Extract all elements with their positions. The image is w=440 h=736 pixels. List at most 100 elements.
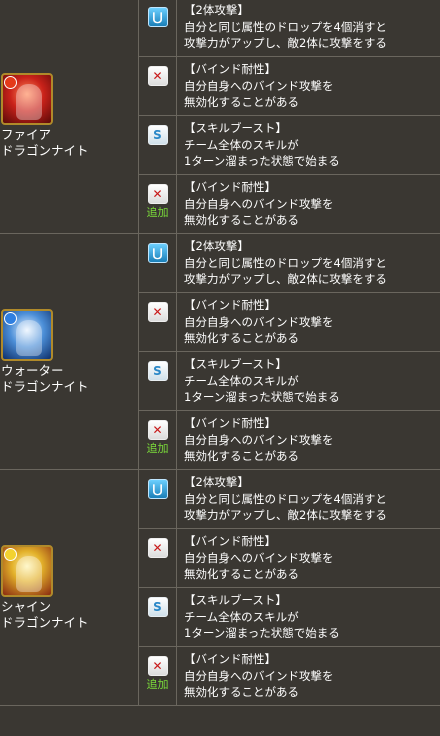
monster-name-line2: ドラゴンナイト	[1, 614, 89, 630]
two-way-attack-icon: ⋃	[147, 243, 168, 263]
awakening-list: ⋃ 【2体攻撃】 自分と同じ属性のドロップを4個消すと 攻撃力がアップし、敵2体…	[139, 470, 440, 705]
awakening-desc-line: 自分自身へのバインド攻撃を	[184, 78, 334, 93]
awakening-icon-cell: ⋃	[139, 234, 177, 292]
monster-name-line2: ドラゴンナイト	[1, 142, 89, 158]
awakening-text: 【2体攻撃】 自分と同じ属性のドロップを4個消すと 攻撃力がアップし、敵2体に攻…	[177, 0, 440, 56]
awakening-desc-line: 1ターン溜まった状態で始まる	[184, 154, 340, 168]
two-way-attack-icon: ⋃	[147, 7, 168, 27]
awakening-desc-line: 無効化することがある	[184, 685, 299, 699]
awakening-text: 【2体攻撃】 自分と同じ属性のドロップを4個消すと 攻撃力がアップし、敵2体に攻…	[177, 234, 440, 292]
awakening-row: S 【スキルブースト】 チーム全体のスキルが 1ターン溜まった状態で始まる	[139, 352, 440, 411]
bind-resist-icon: ✕	[147, 420, 168, 440]
added-label: 追加	[146, 678, 169, 691]
awakening-text: 【スキルブースト】 チーム全体のスキルが 1ターン溜まった状態で始まる	[177, 116, 440, 174]
monster-group-water: ウォーター ドラゴンナイト ⋃ 【2体攻撃】 自分と同じ属性のドロップを4個消す…	[0, 234, 440, 470]
fire-dragon-knight-portrait[interactable]	[1, 72, 53, 125]
monster-cell: ファイア ドラゴンナイト	[0, 0, 139, 233]
awakening-row: ✕ 【バインド耐性】 自分自身へのバインド攻撃を 無効化することがある	[139, 57, 440, 116]
awakening-desc-line: チーム全体のスキルが	[184, 609, 299, 624]
awakening-text: 【バインド耐性】 自分自身へのバインド攻撃を 無効化することがある	[177, 57, 440, 115]
awakening-text: 【スキルブースト】 チーム全体のスキルが 1ターン溜まった状態で始まる	[177, 588, 440, 646]
knight-figure-icon	[16, 319, 42, 356]
awakening-icon-cell: ✕	[139, 529, 177, 587]
awakening-icon-cell: S	[139, 352, 177, 410]
awakening-desc-line: 1ターン溜まった状態で始まる	[184, 626, 340, 640]
water-attribute-icon	[4, 311, 17, 325]
water-dragon-knight-portrait[interactable]	[1, 308, 53, 361]
monster-cell: ウォーター ドラゴンナイト	[0, 234, 139, 469]
awakening-icon-cell: ✕ 追加	[139, 647, 177, 705]
awakening-desc-line: 攻撃力がアップし、敵2体に攻撃をする	[184, 508, 387, 522]
awakening-icon-cell: ✕ 追加	[139, 411, 177, 469]
bind-resist-icon: ✕	[147, 184, 168, 204]
monster-name-line1: シャイン	[1, 598, 52, 614]
awakening-desc-line: 自分自身へのバインド攻撃を	[184, 550, 334, 565]
awakening-desc-line: 1ターン溜まった状態で始まる	[184, 390, 340, 404]
awakening-desc-line: 無効化することがある	[184, 213, 299, 227]
awakening-list: ⋃ 【2体攻撃】 自分と同じ属性のドロップを4個消すと 攻撃力がアップし、敵2体…	[139, 0, 440, 233]
awakening-row: ⋃ 【2体攻撃】 自分と同じ属性のドロップを4個消すと 攻撃力がアップし、敵2体…	[139, 470, 440, 529]
skill-boost-icon: S	[147, 361, 168, 381]
light-attribute-icon	[4, 547, 17, 561]
awakening-text: 【2体攻撃】 自分と同じ属性のドロップを4個消すと 攻撃力がアップし、敵2体に攻…	[177, 470, 440, 528]
awakening-title: 【バインド耐性】	[184, 534, 276, 548]
awakening-title: 【バインド耐性】	[184, 416, 276, 430]
monster-name[interactable]: ファイア ドラゴンナイト	[1, 127, 138, 159]
awakening-title: 【スキルブースト】	[184, 357, 287, 371]
awakening-desc-line: 自分自身へのバインド攻撃を	[184, 432, 334, 447]
monster-name-line1: ファイア	[1, 126, 52, 142]
skill-boost-icon: S	[147, 125, 168, 145]
fire-attribute-icon	[4, 75, 17, 89]
awakening-icon-cell: ✕	[139, 293, 177, 351]
skill-boost-icon: S	[147, 597, 168, 617]
monster-name-line1: ウォーター	[1, 362, 64, 378]
monster-name[interactable]: ウォーター ドラゴンナイト	[1, 363, 138, 395]
awakening-desc-line: チーム全体のスキルが	[184, 137, 299, 152]
awakening-icon-cell: S	[139, 588, 177, 646]
awakening-desc-line: 自分と同じ属性のドロップを4個消すと	[184, 491, 387, 506]
awakening-title: 【2体攻撃】	[184, 239, 249, 253]
awakening-title: 【スキルブースト】	[184, 593, 287, 607]
monster-cell: シャイン ドラゴンナイト	[0, 470, 139, 705]
awakening-title: 【バインド耐性】	[184, 652, 276, 666]
added-label: 追加	[146, 206, 169, 219]
awakening-icon-cell: ✕ 追加	[139, 175, 177, 233]
awakening-row: ✕ 追加 【バインド耐性】 自分自身へのバインド攻撃を 無効化することがある	[139, 647, 440, 705]
awakening-title: 【バインド耐性】	[184, 180, 276, 194]
awakening-text: 【バインド耐性】 自分自身へのバインド攻撃を 無効化することがある	[177, 175, 440, 233]
awakening-row: S 【スキルブースト】 チーム全体のスキルが 1ターン溜まった状態で始まる	[139, 588, 440, 647]
awakening-row: ✕ 【バインド耐性】 自分自身へのバインド攻撃を 無効化することがある	[139, 293, 440, 352]
awakening-text: 【スキルブースト】 チーム全体のスキルが 1ターン溜まった状態で始まる	[177, 352, 440, 410]
awakening-desc-line: 自分自身へのバインド攻撃を	[184, 314, 334, 329]
awakening-icon-cell: ✕	[139, 57, 177, 115]
awakening-desc-line: 攻撃力がアップし、敵2体に攻撃をする	[184, 36, 387, 50]
awakening-title: 【2体攻撃】	[184, 3, 249, 17]
awakening-row: S 【スキルブースト】 チーム全体のスキルが 1ターン溜まった状態で始まる	[139, 116, 440, 175]
monster-group-light: シャイン ドラゴンナイト ⋃ 【2体攻撃】 自分と同じ属性のドロップを4個消すと…	[0, 470, 440, 706]
awakening-text: 【バインド耐性】 自分自身へのバインド攻撃を 無効化することがある	[177, 411, 440, 469]
monster-group-fire: ファイア ドラゴンナイト ⋃ 【2体攻撃】 自分と同じ属性のドロップを4個消すと…	[0, 0, 440, 234]
light-dragon-knight-portrait[interactable]	[1, 544, 53, 597]
awakening-desc-line: 自分と同じ属性のドロップを4個消すと	[184, 19, 387, 34]
two-way-attack-icon: ⋃	[147, 479, 168, 499]
added-label: 追加	[146, 442, 169, 455]
awakening-text: 【バインド耐性】 自分自身へのバインド攻撃を 無効化することがある	[177, 647, 440, 705]
awakening-desc-line: 攻撃力がアップし、敵2体に攻撃をする	[184, 272, 387, 286]
awakening-list: ⋃ 【2体攻撃】 自分と同じ属性のドロップを4個消すと 攻撃力がアップし、敵2体…	[139, 234, 440, 469]
awakening-title: 【バインド耐性】	[184, 62, 276, 76]
bind-resist-icon: ✕	[147, 66, 168, 86]
awakening-desc-line: チーム全体のスキルが	[184, 373, 299, 388]
awakening-row: ⋃ 【2体攻撃】 自分と同じ属性のドロップを4個消すと 攻撃力がアップし、敵2体…	[139, 234, 440, 293]
awakening-icon-cell: S	[139, 116, 177, 174]
awakening-title: 【スキルブースト】	[184, 121, 287, 135]
awakening-desc-line: 自分自身へのバインド攻撃を	[184, 668, 334, 683]
bind-resist-icon: ✕	[147, 302, 168, 322]
awakening-row: ✕ 追加 【バインド耐性】 自分自身へのバインド攻撃を 無効化することがある	[139, 411, 440, 469]
awakening-title: 【2体攻撃】	[184, 475, 249, 489]
monster-name-line2: ドラゴンナイト	[1, 378, 89, 394]
awakening-text: 【バインド耐性】 自分自身へのバインド攻撃を 無効化することがある	[177, 293, 440, 351]
awakening-desc-line: 自分自身へのバインド攻撃を	[184, 196, 334, 211]
awakening-row: ⋃ 【2体攻撃】 自分と同じ属性のドロップを4個消すと 攻撃力がアップし、敵2体…	[139, 0, 440, 57]
monster-name[interactable]: シャイン ドラゴンナイト	[1, 599, 138, 631]
awakening-table: ファイア ドラゴンナイト ⋃ 【2体攻撃】 自分と同じ属性のドロップを4個消すと…	[0, 0, 440, 734]
